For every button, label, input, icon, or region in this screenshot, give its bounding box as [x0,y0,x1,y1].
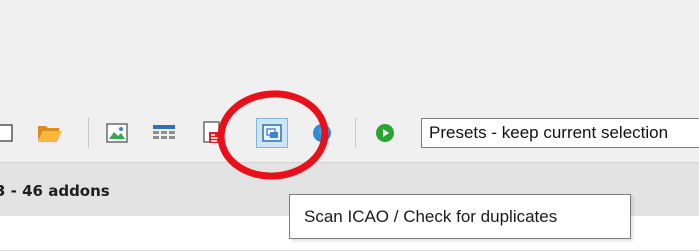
button-edge-icon [0,124,13,142]
window-top-area [0,0,699,112]
toolbar-separator [88,118,89,148]
image-button[interactable] [103,121,131,145]
open-folder-button[interactable] [36,121,64,145]
pdf-export-button[interactable] [198,121,226,145]
addons-count-label: 3 - 46 addons [0,182,110,200]
partial-toolbar-button[interactable] [0,121,16,145]
duplicate-scan-icon [262,124,282,142]
scan-icao-button[interactable] [256,118,288,148]
blue-circle-icon [313,124,331,142]
info-button[interactable] [310,121,334,145]
folder-icon [38,126,62,142]
table-icon [153,125,175,139]
image-icon [106,123,128,143]
presets-combobox[interactable]: Presets - keep current selection [421,118,699,148]
scan-icao-tooltip: Scan ICAO / Check for duplicates [289,194,631,239]
toolbar-separator [355,118,356,148]
run-button[interactable] [372,121,398,145]
presets-combobox-value: Presets - keep current selection [429,123,669,142]
play-icon [376,124,394,142]
pdf-icon [203,121,223,143]
table-view-button[interactable] [150,121,178,145]
tooltip-text: Scan ICAO / Check for duplicates [304,207,558,226]
